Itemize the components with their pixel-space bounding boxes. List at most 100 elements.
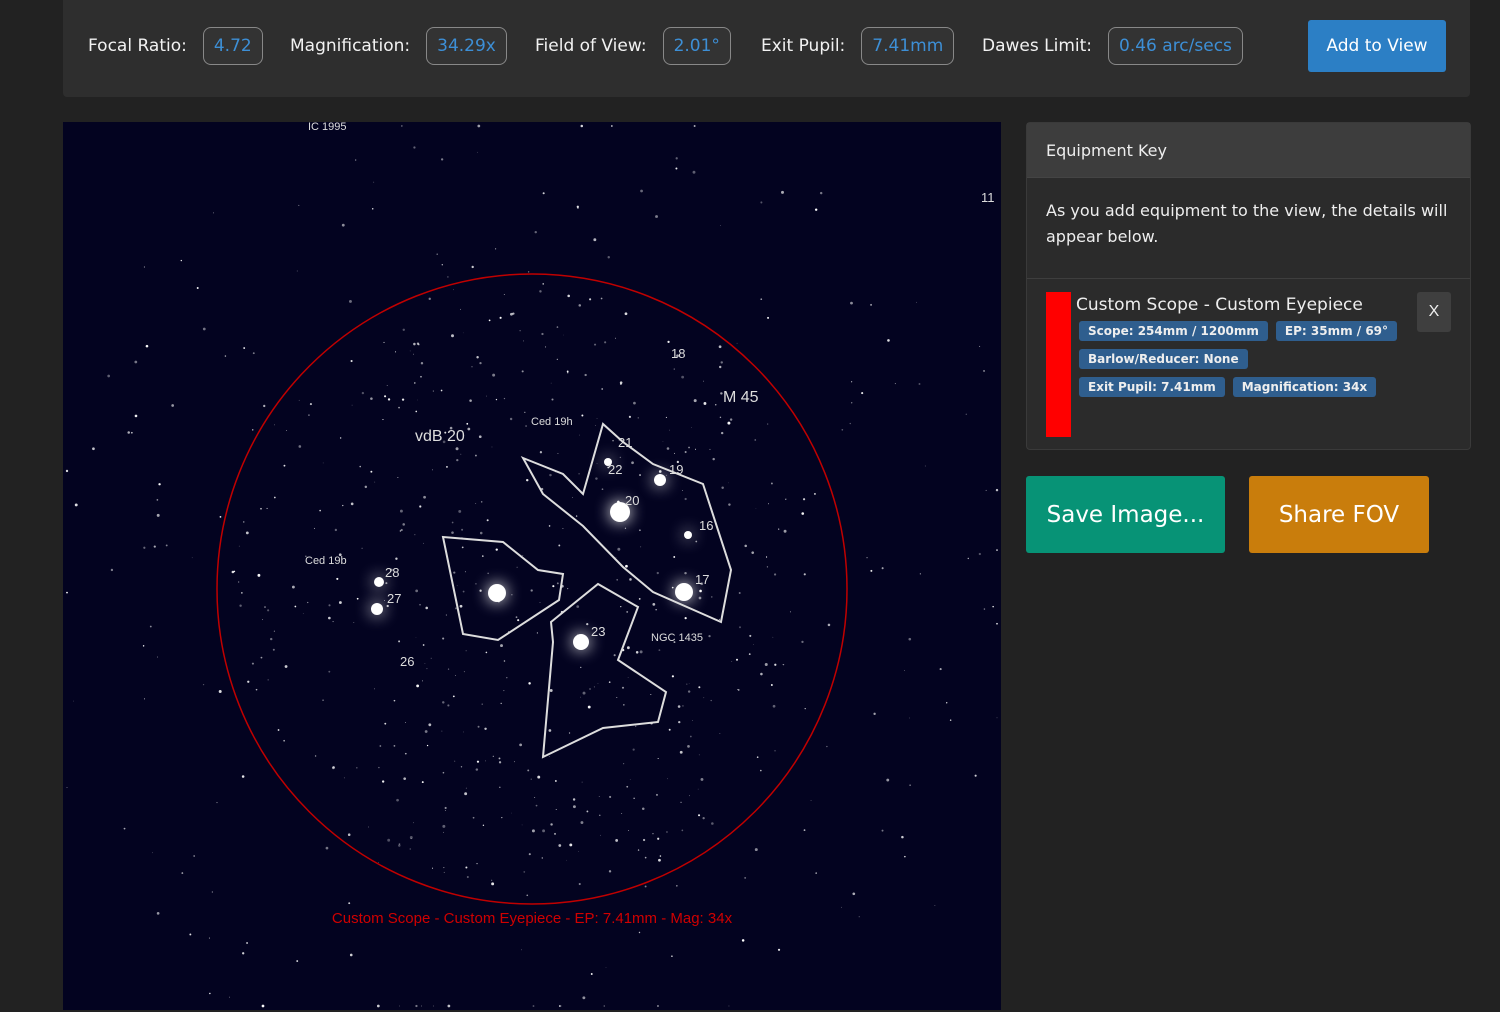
- star: [590, 973, 593, 975]
- star: [241, 775, 245, 778]
- star: [738, 591, 741, 594]
- sky-object-label: NGC 1435: [651, 632, 703, 644]
- star: [918, 382, 921, 385]
- star: [524, 411, 526, 413]
- star: [738, 689, 740, 691]
- star: [484, 727, 487, 731]
- star: [781, 190, 784, 194]
- star: [586, 810, 589, 813]
- star: [298, 204, 300, 206]
- star: [640, 546, 642, 548]
- scope-badge: Scope: 254mm / 1200mm: [1079, 321, 1268, 341]
- star: [773, 573, 777, 576]
- star: [242, 952, 245, 955]
- star: [444, 810, 446, 811]
- star: [631, 461, 634, 465]
- star: [711, 822, 714, 825]
- star: [416, 684, 420, 688]
- sky-object-label: M 45: [723, 389, 759, 406]
- star: [332, 621, 334, 623]
- star: [624, 312, 628, 316]
- save-image-button[interactable]: Save Image...: [1026, 476, 1225, 553]
- bright-star: [654, 474, 666, 486]
- star: [405, 721, 406, 723]
- remove-entry-button[interactable]: X: [1417, 292, 1451, 332]
- star: [456, 458, 459, 462]
- star: [566, 859, 567, 861]
- star: [562, 528, 564, 529]
- star: [328, 604, 331, 607]
- star: [447, 668, 450, 670]
- star: [638, 529, 641, 532]
- sky-object-label: 17: [695, 572, 709, 587]
- star: [919, 573, 921, 575]
- star: [563, 334, 564, 336]
- star: [580, 666, 582, 669]
- star: [754, 439, 757, 441]
- star: [668, 728, 671, 731]
- star: [485, 760, 487, 762]
- star: [669, 429, 670, 431]
- star: [356, 597, 359, 600]
- star: [503, 690, 505, 692]
- star: [814, 208, 818, 211]
- star: [273, 496, 276, 499]
- star: [522, 555, 524, 556]
- star: [216, 802, 218, 804]
- sky-object-label: 18: [671, 346, 685, 361]
- star: [441, 264, 443, 266]
- star: [399, 1005, 400, 1007]
- star: [626, 785, 629, 788]
- star: [519, 743, 523, 747]
- star: [635, 651, 639, 654]
- star: [400, 528, 403, 532]
- star: [675, 157, 678, 160]
- star: [273, 630, 275, 632]
- star: [766, 566, 769, 568]
- star: [601, 388, 604, 390]
- star: [385, 582, 388, 585]
- star: [679, 750, 683, 754]
- sky-object-label: 23: [591, 624, 605, 639]
- star: [213, 212, 214, 214]
- star: [463, 671, 465, 673]
- star: [460, 453, 462, 455]
- star: [348, 902, 351, 905]
- star: [870, 569, 873, 572]
- star: [599, 814, 601, 817]
- star: [615, 839, 619, 842]
- star: [342, 504, 344, 507]
- star: [260, 507, 262, 510]
- star: [374, 688, 375, 690]
- star: [744, 544, 747, 548]
- share-fov-button[interactable]: Share FOV: [1249, 476, 1429, 553]
- star: [92, 447, 95, 451]
- star: [550, 382, 552, 384]
- star: [409, 350, 411, 352]
- star: [556, 358, 558, 360]
- star: [731, 660, 733, 662]
- star: [454, 760, 456, 762]
- star: [613, 654, 616, 657]
- star: [343, 777, 345, 779]
- eyepiece-badge: EP: 35mm / 69°: [1275, 321, 1398, 341]
- star: [551, 398, 554, 401]
- sky-object-label: 28: [385, 565, 399, 580]
- star: [308, 414, 310, 416]
- star: [498, 757, 501, 760]
- dawes-limit-stat: Dawes Limit: 0.46 arc/secs: [982, 27, 1243, 65]
- star: [652, 603, 656, 606]
- star: [477, 725, 480, 728]
- star: [587, 705, 591, 709]
- star: [967, 557, 970, 560]
- star: [813, 492, 816, 495]
- star: [348, 299, 352, 303]
- star: [404, 752, 407, 755]
- equipment-entry: Custom Scope - Custom Eyepiece Scope: 25…: [1027, 279, 1470, 437]
- star: [655, 609, 657, 611]
- star: [272, 648, 275, 651]
- star: [699, 589, 702, 593]
- add-to-view-button[interactable]: Add to View: [1308, 20, 1446, 72]
- star: [736, 658, 738, 661]
- star: [350, 359, 353, 363]
